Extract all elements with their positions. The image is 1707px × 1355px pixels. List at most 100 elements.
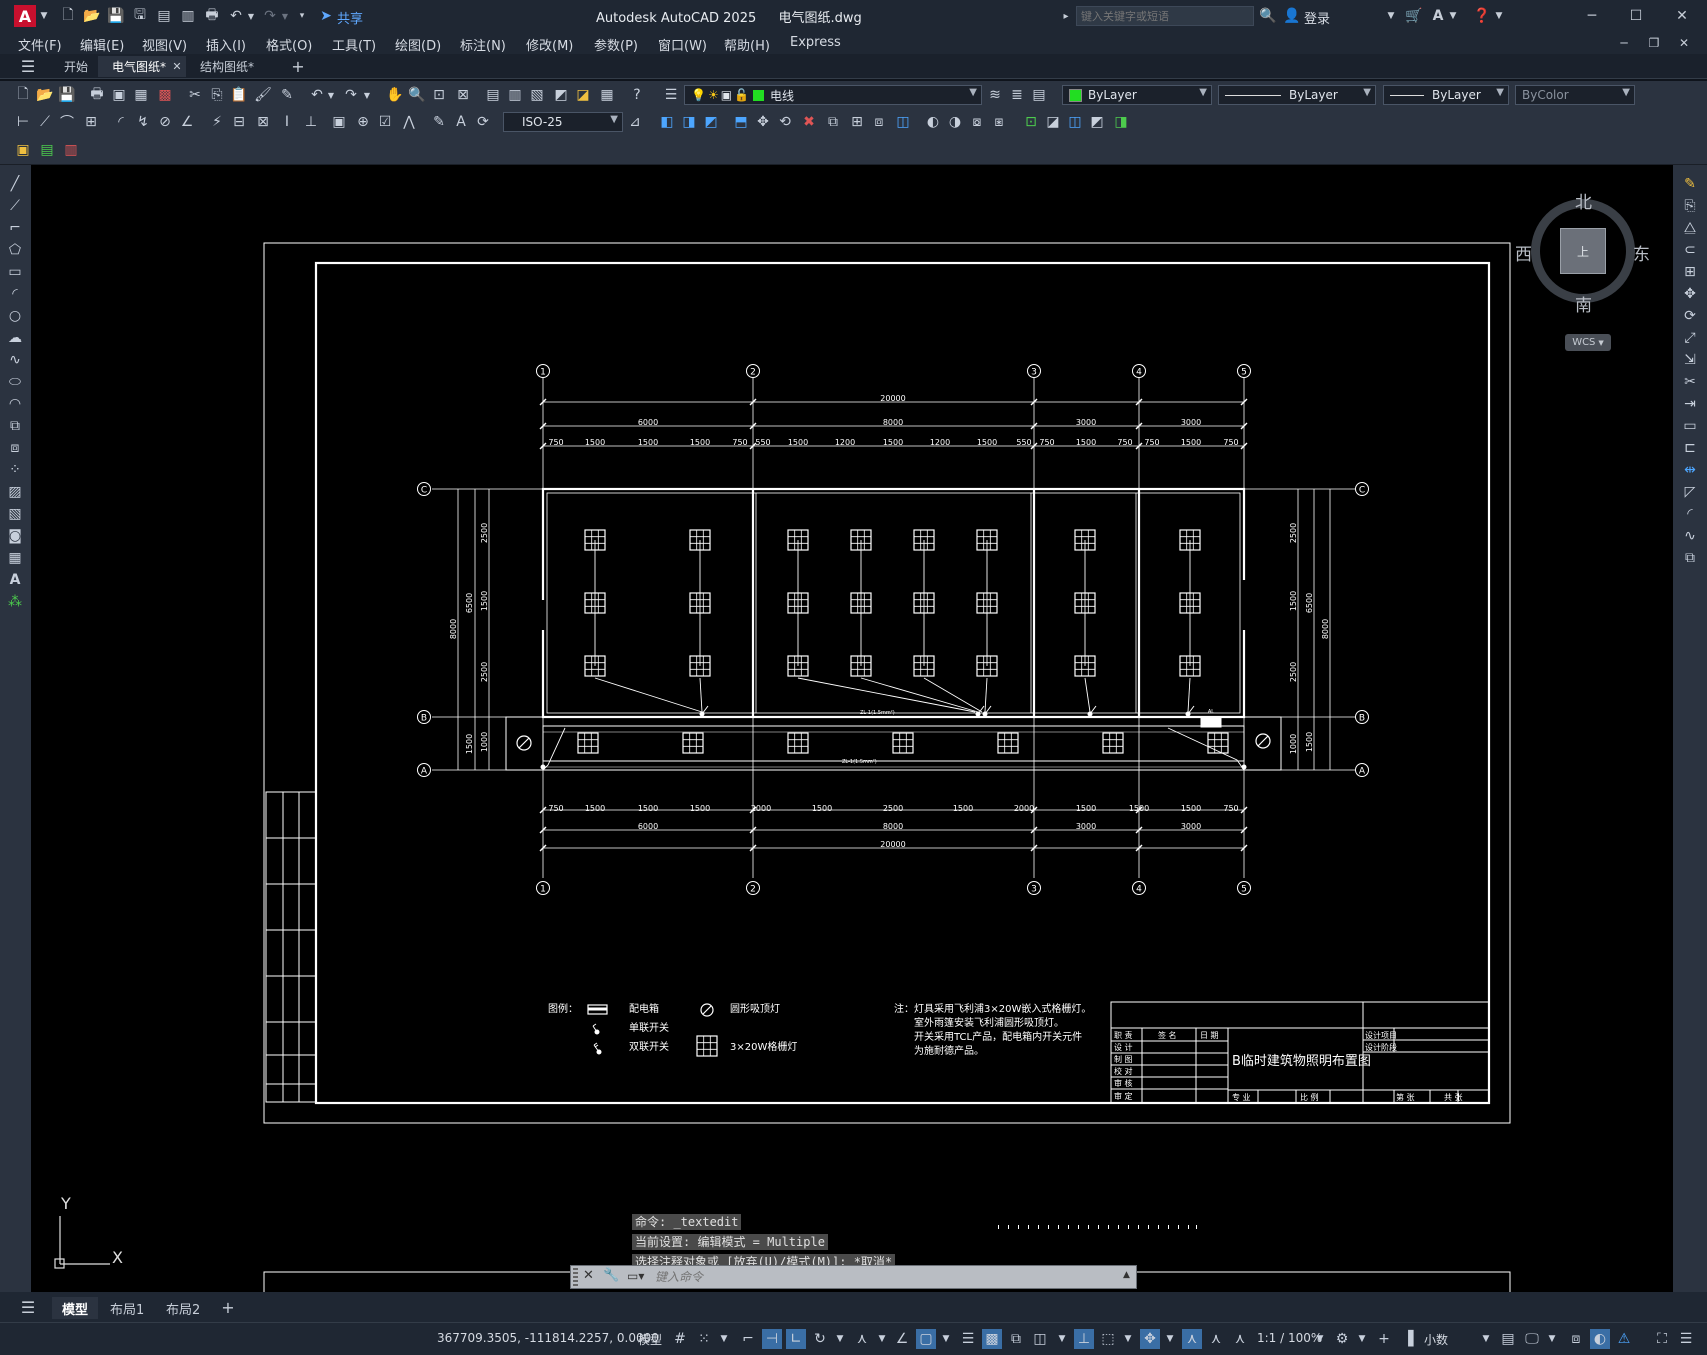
3d-imprint-icon[interactable]: ⧆ (990, 113, 1008, 131)
help-toolbar-icon[interactable]: ? (628, 86, 646, 104)
make-block-icon[interactable]: ⧈ (6, 439, 24, 457)
rotate-icon[interactable]: ⟳ (1681, 307, 1699, 325)
wcs-button[interactable]: WCS ▼ (1565, 334, 1611, 351)
units-readout[interactable]: 小数 (1424, 1331, 1448, 1348)
selection-cycling-icon[interactable]: ⧉ (1006, 1329, 1026, 1349)
3d-osnap-dropdown-icon[interactable]: ▼ (1052, 1329, 1072, 1349)
cut-icon[interactable]: ✂ (186, 86, 204, 104)
menu-view[interactable]: 视图(V) (142, 35, 187, 54)
tab-start[interactable]: 开始 (50, 56, 102, 77)
layout-menu-icon[interactable]: ☰ (18, 1298, 38, 1317)
3d-scale-icon[interactable]: ✖ (800, 113, 818, 131)
autocad-logo-icon[interactable]: A (14, 5, 36, 27)
dim-edit-icon[interactable]: ✎ (430, 113, 448, 131)
design-center-icon[interactable]: ▥ (506, 86, 524, 104)
redo-toolbar-icon[interactable]: ↷ (342, 86, 360, 104)
zoom-previous-icon[interactable]: ⊠ (454, 86, 472, 104)
gradient-icon[interactable]: ▧ (6, 505, 24, 523)
undo-dropdown-icon[interactable]: ▼ (246, 8, 256, 24)
hamburger-menu-icon[interactable]: ☰ (18, 57, 38, 76)
minimize-icon[interactable]: ─ (1580, 6, 1604, 26)
extend-icon[interactable]: ⇥ (1681, 395, 1699, 413)
annotation-scale-icon[interactable]: ⋏ (1230, 1329, 1250, 1349)
hatch-icon[interactable]: ▨ (6, 483, 24, 501)
construction-line-icon[interactable]: ⟋ (6, 197, 24, 215)
explode-icon[interactable]: ⧉ (1681, 549, 1699, 567)
lock-ui-icon[interactable]: 🖵 (1522, 1329, 1542, 1349)
polar-dropdown-icon[interactable]: ▼ (830, 1329, 850, 1349)
dimstyle-manager-icon[interactable]: ⊿ (626, 113, 644, 131)
polygon-icon[interactable]: ⬠ (6, 241, 24, 259)
redo-list-icon[interactable]: ▼ (362, 86, 372, 104)
3d-thicken-icon[interactable]: ◑ (946, 113, 964, 131)
break-at-point-icon[interactable]: ▭ (1681, 417, 1699, 435)
command-input[interactable] (655, 1267, 1115, 1287)
grid-icon[interactable]: # (670, 1329, 690, 1349)
filter-dropdown-icon[interactable]: ▼ (1118, 1329, 1138, 1349)
trim-icon[interactable]: ✂ (1681, 373, 1699, 391)
markup-icon[interactable]: ◪ (574, 86, 592, 104)
new-tab-icon[interactable]: + (288, 57, 308, 76)
3d-section-icon[interactable]: ◫ (894, 113, 912, 131)
mtext-icon[interactable]: A (6, 571, 24, 589)
3d-mirror-icon[interactable]: ⧉ (824, 113, 842, 131)
isometric-dropdown-icon[interactable]: ▼ (872, 1329, 892, 1349)
command-history-toggle-icon[interactable]: ▲ (1123, 1270, 1130, 1280)
workspace-settings-icon[interactable]: ▣ (14, 141, 32, 159)
redo-icon[interactable]: ↷ (260, 6, 280, 26)
doc-close-icon[interactable]: ✕ (1674, 34, 1694, 52)
zoom-realtime-icon[interactable]: 🔍 (408, 86, 426, 104)
customize-status-icon[interactable]: ☰ (1676, 1329, 1696, 1349)
fullscreen-icon[interactable]: ⛶ (1652, 1329, 1672, 1349)
scale-icon[interactable]: ⤢ (1681, 329, 1699, 347)
clean-screen-icon[interactable]: ⚠ (1614, 1329, 1634, 1349)
menu-tools[interactable]: 工具(T) (332, 35, 376, 54)
zoom-window-icon[interactable]: ⊡ (430, 86, 448, 104)
selection-filter-icon[interactable]: ⬚ (1098, 1329, 1118, 1349)
radius-dim-icon[interactable]: ◜ (112, 113, 130, 131)
plotstyle-dropdown[interactable]: ByColor ▼ (1515, 85, 1635, 105)
3d-clean-icon[interactable]: ◫ (1066, 113, 1084, 131)
plot-icon[interactable]: 🖶 (202, 6, 222, 26)
command-customize-icon[interactable]: 🔧 (603, 1268, 619, 1283)
units-dropdown-icon[interactable]: ▼ (1476, 1329, 1496, 1349)
diameter-dim-icon[interactable]: ⊘ (156, 113, 174, 131)
linetype-dropdown[interactable]: ByLayer ▼ (1218, 85, 1376, 105)
workspace-dropdown-icon[interactable]: ▼ (1352, 1329, 1372, 1349)
match-properties-icon[interactable]: 🖌 (254, 86, 272, 104)
3d-array-icon[interactable]: ⊞ (848, 113, 866, 131)
publish-icon[interactable]: ▦ (132, 86, 150, 104)
3d-offset-icon[interactable]: ◨ (1112, 113, 1130, 131)
make-current-layer-icon[interactable]: ≋ (986, 86, 1004, 104)
gizmo-icon[interactable]: ✥ (1140, 1329, 1160, 1349)
doc-restore-icon[interactable]: ❐ (1644, 34, 1664, 52)
compass-north[interactable]: 北 (1575, 188, 1592, 213)
new-layout-icon[interactable]: + (218, 1298, 238, 1317)
osnap-dropdown-icon[interactable]: ▼ (936, 1329, 956, 1349)
join-icon[interactable]: ⇹ (1681, 461, 1699, 479)
menu-parametric[interactable]: 参数(P) (594, 35, 638, 54)
close-icon[interactable]: ✕ (1670, 6, 1694, 26)
search-input[interactable] (1076, 6, 1254, 26)
color-dropdown[interactable]: ByLayer ▼ (1062, 85, 1212, 105)
linear-dim-icon[interactable]: ⊢ (14, 113, 32, 131)
drawing-canvas[interactable]: AL ZL-1(1.5mm²) ZL-1(1.5mm²) 1 2 3 4 5 1… (31, 165, 1673, 1292)
3d-align-icon[interactable]: ⧈ (870, 113, 888, 131)
save-web-icon[interactable]: ▥ (178, 6, 198, 26)
open-icon[interactable]: 📂 (36, 86, 54, 104)
search-expand-icon[interactable]: ▸ (1060, 8, 1072, 24)
help-dropdown-icon[interactable]: ▼ (1494, 8, 1504, 24)
circle-icon[interactable]: ○ (6, 307, 24, 325)
hardware-acceleration-icon[interactable]: ◐ (1590, 1329, 1610, 1349)
dim-break-icon[interactable]: ⊥ (302, 113, 320, 131)
dim-text-edit-icon[interactable]: A (452, 113, 470, 131)
lineweight-icon[interactable]: ☰ (958, 1329, 978, 1349)
units-icon[interactable]: ▐ (1398, 1329, 1418, 1349)
sheet-set-icon[interactable]: ◩ (552, 86, 570, 104)
menu-insert[interactable]: 插入(I) (206, 35, 246, 54)
annotation-visibility-icon[interactable]: ⋏ (1182, 1329, 1202, 1349)
menu-express[interactable]: Express (790, 35, 841, 50)
dimstyle-dropdown[interactable]: ISO-25 ▼ (503, 112, 623, 132)
polyline-icon[interactable]: ⌐ (6, 219, 24, 237)
save-icon[interactable]: 💾 (106, 6, 126, 26)
